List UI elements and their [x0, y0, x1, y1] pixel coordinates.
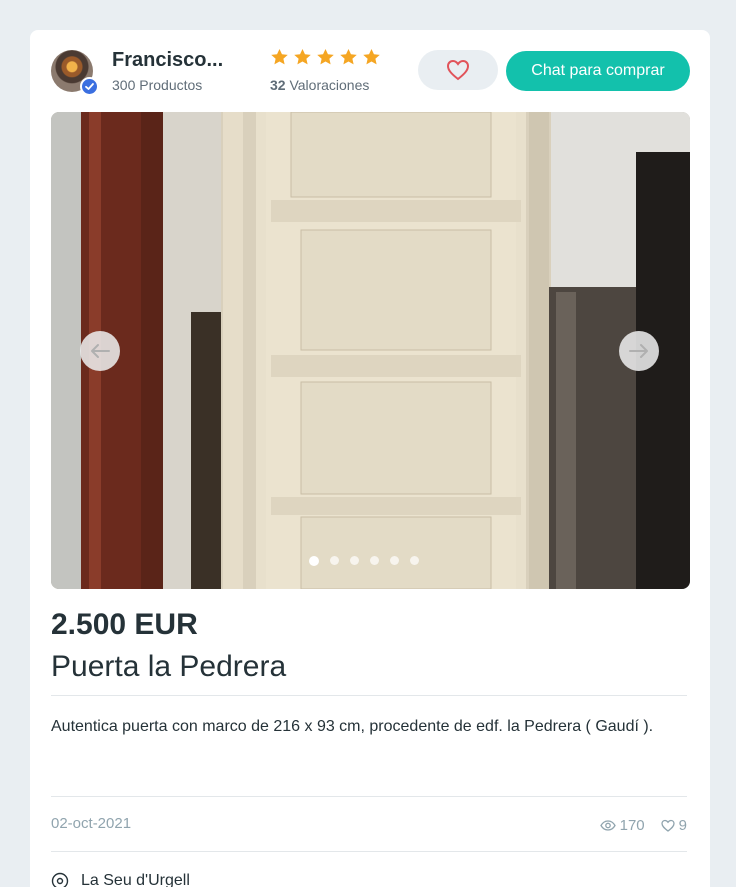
product-title: Puerta la Pedrera	[51, 650, 287, 683]
location-pin-icon	[51, 872, 69, 887]
star-icon	[340, 48, 357, 65]
publish-date: 02-oct-2021	[51, 815, 132, 832]
carousel-pagination	[309, 555, 419, 566]
heart-outline-icon	[661, 819, 675, 832]
star-icon	[317, 48, 334, 65]
verified-badge-icon	[80, 77, 99, 96]
product-description: Autentica puerta con marco de 216 x 93 c…	[51, 718, 654, 735]
chat-to-buy-button[interactable]: Chat para comprar	[506, 51, 690, 91]
next-image-button[interactable]	[619, 331, 659, 371]
image-carousel[interactable]	[51, 112, 690, 589]
star-icon	[294, 48, 311, 65]
carousel-dot[interactable]	[330, 556, 339, 565]
star-icon	[363, 48, 380, 65]
carousel-dot[interactable]	[309, 555, 319, 566]
previous-image-button[interactable]	[80, 331, 120, 371]
seller-name[interactable]: Francisco...	[112, 49, 223, 72]
heart-icon	[446, 59, 470, 81]
rating-stars	[270, 48, 381, 66]
arrow-right-icon	[629, 344, 648, 358]
carousel-dot[interactable]	[390, 556, 399, 565]
divider	[51, 695, 687, 696]
divider	[51, 851, 687, 852]
product-stats: 170 9	[599, 817, 687, 834]
ratings-summary[interactable]: 32 Valoraciones	[270, 77, 369, 93]
ratings-label: Valoraciones	[289, 77, 370, 93]
seller-products-count: 300 Productos	[112, 77, 203, 93]
favorites-count: 9	[678, 817, 687, 834]
eye-icon	[599, 820, 616, 831]
favorite-button[interactable]	[418, 50, 498, 90]
location-label: La Seu d'Urgell	[81, 872, 190, 887]
product-price: 2.500 EUR	[51, 608, 198, 641]
product-card: Francisco... 300 Productos 32 Valoracion…	[30, 30, 710, 887]
carousel-dot[interactable]	[370, 556, 379, 565]
divider	[51, 796, 687, 797]
arrow-left-icon	[91, 344, 110, 358]
product-location[interactable]: La Seu d'Urgell	[51, 872, 190, 887]
ratings-count: 32	[270, 77, 286, 93]
star-icon	[271, 48, 288, 65]
carousel-dot[interactable]	[350, 556, 359, 565]
carousel-dot[interactable]	[410, 556, 419, 565]
product-photo	[51, 112, 690, 589]
views-count: 170	[619, 817, 645, 834]
